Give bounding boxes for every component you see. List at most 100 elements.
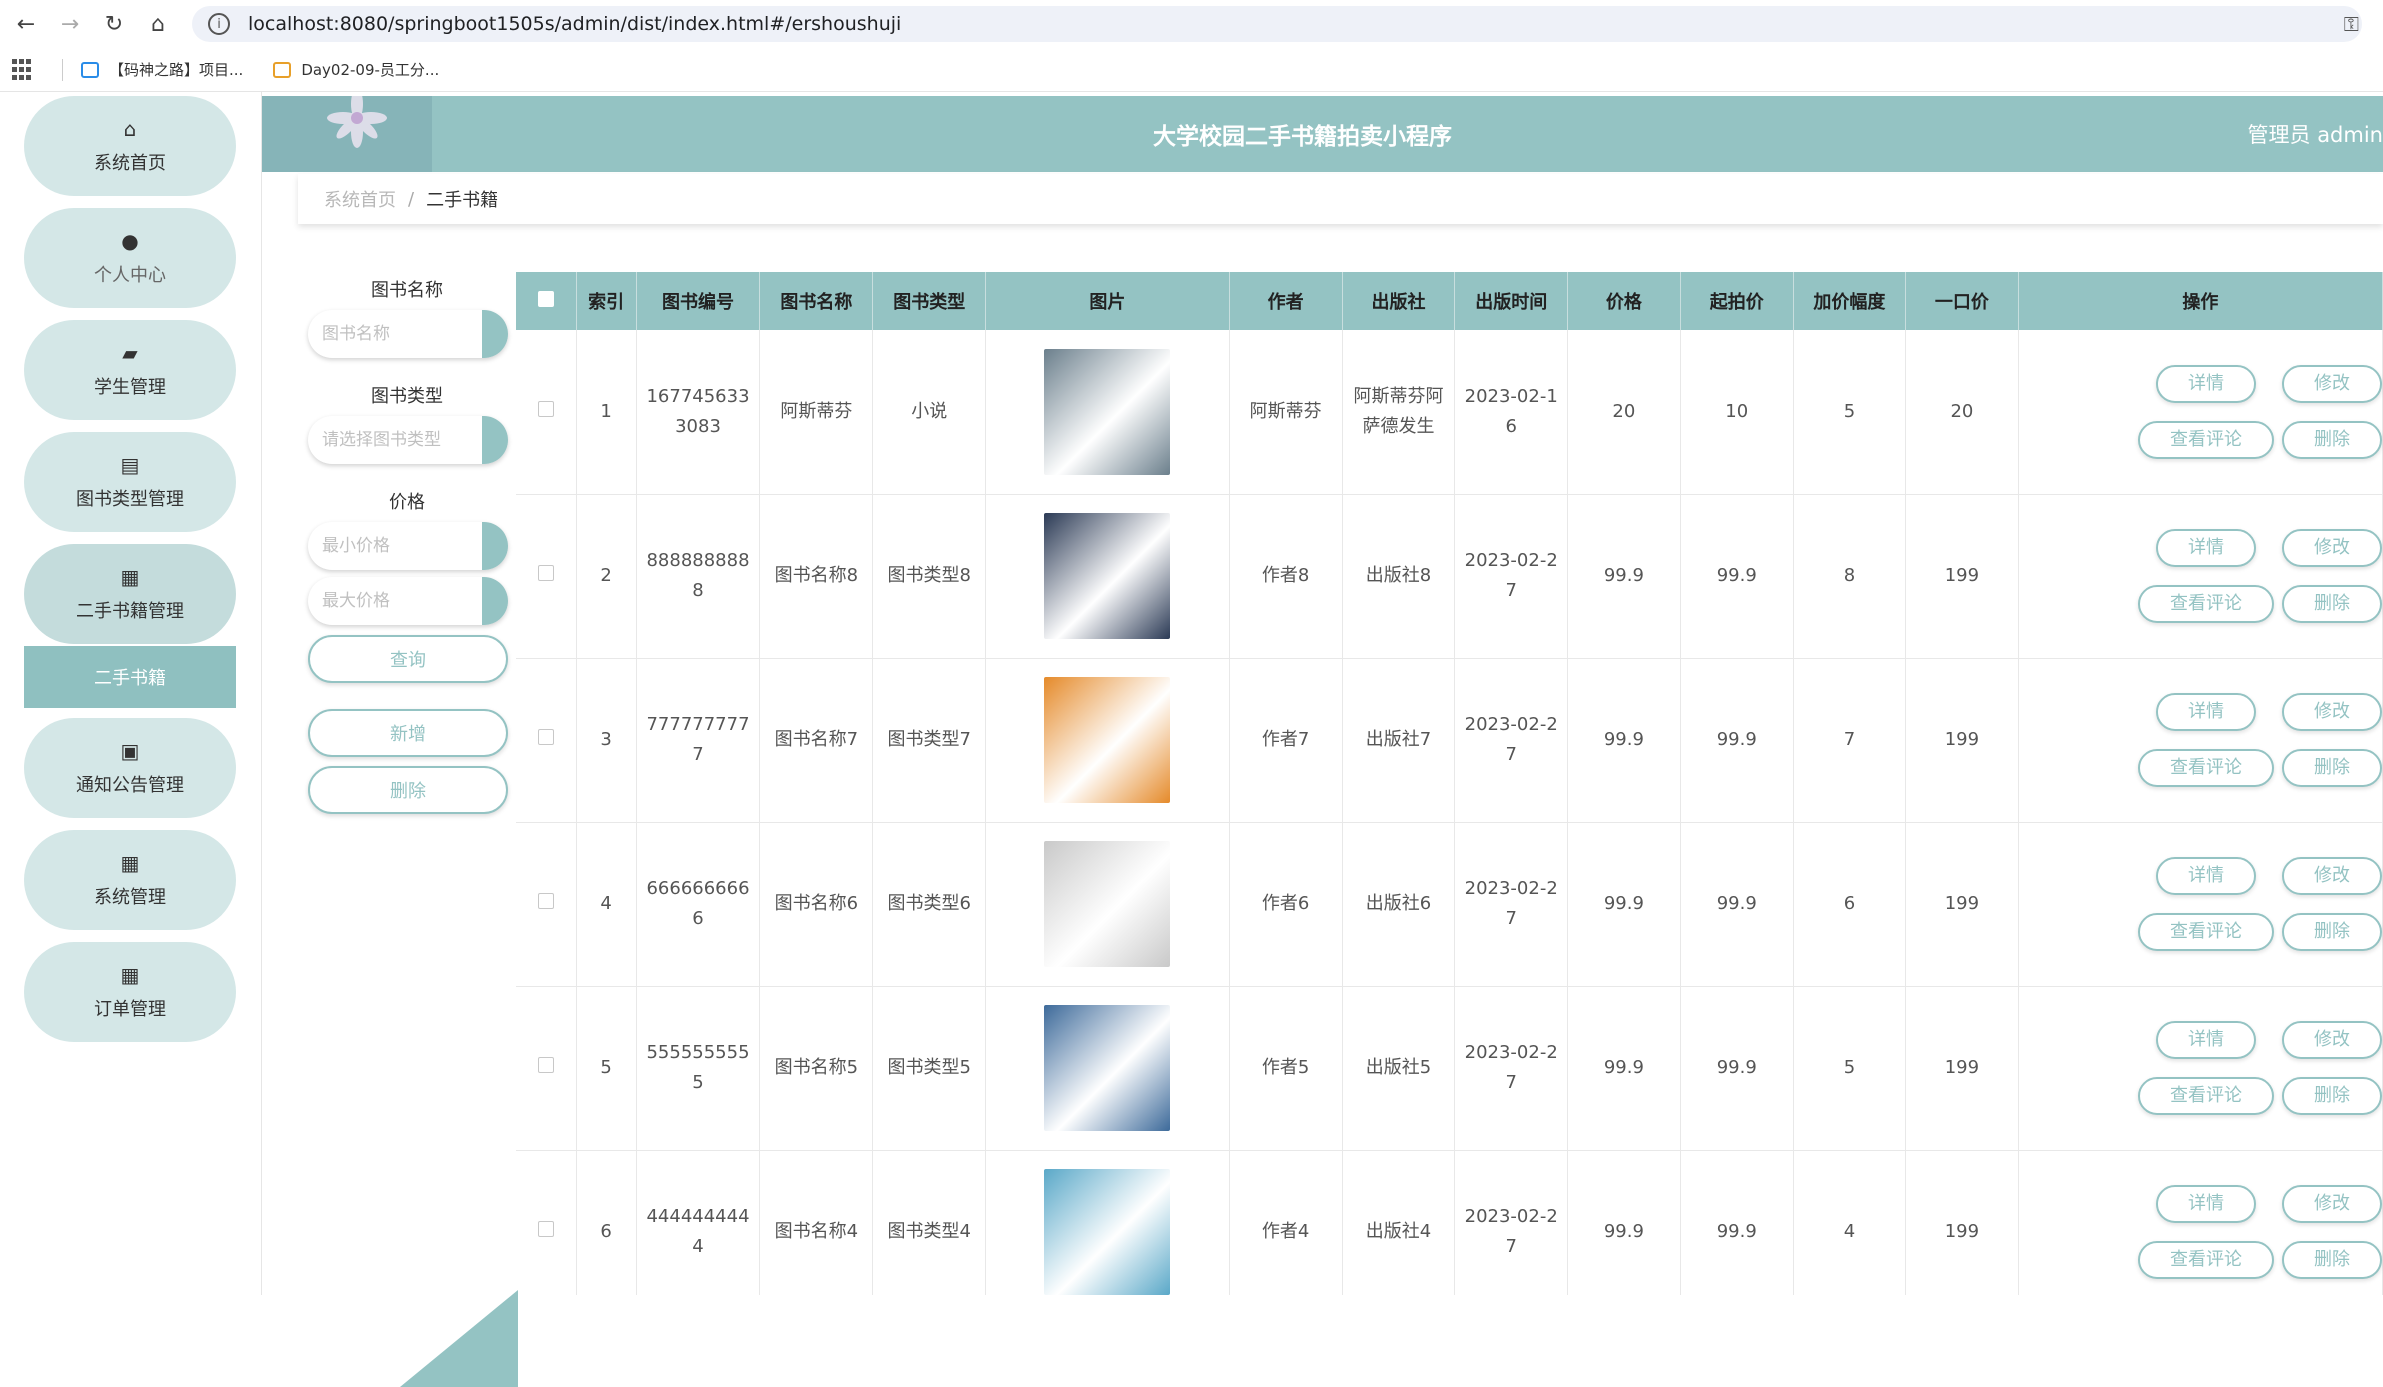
sidebar-item-students[interactable]: ▰ 学生管理 [24, 320, 236, 420]
view-comments-button[interactable]: 查看评论 [2138, 1077, 2274, 1115]
sidebar-subitem-books[interactable]: 二手书籍 [24, 646, 236, 708]
delete-button[interactable]: 删除 [2282, 913, 2382, 951]
book-name-input[interactable]: 图书名称 [308, 310, 508, 358]
bookmark-item-2[interactable]: Day02-09-员工分... [273, 59, 439, 80]
cell-name: 阿斯蒂芬 [759, 330, 874, 495]
view-comments-button[interactable]: 查看评论 [2138, 1241, 2274, 1279]
delete-button[interactable]: 删除 [2282, 585, 2382, 623]
edit-button[interactable]: 修改 [2282, 364, 2382, 403]
key-icon[interactable]: ⚿ [2344, 12, 2359, 36]
cell-buyout: 199 [1905, 986, 2019, 1151]
view-comments-button[interactable]: 查看评论 [2138, 913, 2274, 951]
delete-button[interactable]: 删除 [2282, 749, 2382, 787]
detail-button[interactable]: 详情 [2156, 693, 2256, 731]
cell-start-price: 99.9 [1680, 658, 1794, 823]
detail-button[interactable]: 详情 [2156, 857, 2256, 895]
view-comments-button[interactable]: 查看评论 [2138, 749, 2274, 787]
cell-publisher: 出版社4 [1342, 1150, 1456, 1295]
home-nav-icon[interactable]: ⌂ [144, 10, 172, 38]
sidebar-item-books[interactable]: ▦ 二手书籍管理 [24, 544, 236, 644]
detail-button[interactable]: 详情 [2156, 529, 2256, 567]
sidebar-item-home[interactable]: ⌂ 系统首页 [24, 96, 236, 196]
sidebar-item-system[interactable]: ▦ 系统管理 [24, 830, 236, 930]
sidebar-item-orders[interactable]: ▦ 订单管理 [24, 942, 236, 1042]
table-row[interactable]: 1 1677456333083 阿斯蒂芬 小说 阿斯蒂芬 阿斯蒂芬阿萨德发生 2… [516, 330, 2383, 495]
book-cover-image[interactable] [1044, 513, 1171, 639]
cell-start-price: 99.9 [1680, 986, 1794, 1151]
row-checkbox-cell[interactable] [516, 494, 577, 659]
row-checkbox[interactable] [537, 1057, 554, 1073]
row-checkbox-cell[interactable] [516, 658, 577, 823]
row-checkbox-cell[interactable] [516, 1150, 577, 1295]
table-row[interactable]: 5 5555555555 图书名称5 图书类型5 作者5 出版社5 2023-0… [516, 986, 2383, 1151]
detail-button[interactable]: 详情 [2156, 1021, 2256, 1059]
back-icon[interactable]: ← [12, 10, 40, 38]
select-all-checkbox[interactable] [537, 290, 554, 307]
sidebar: ⌂ 系统首页 ● 个人中心 ▰ 学生管理 ▤ 图书类型管理 ▦ 二手书籍管理 二… [0, 92, 262, 1295]
edit-button[interactable]: 修改 [2282, 1185, 2382, 1223]
batch-delete-button[interactable]: 删除 [308, 766, 508, 814]
cell-code: 7777777777 [636, 658, 761, 823]
view-comments-button[interactable]: 查看评论 [2138, 420, 2274, 459]
edit-button[interactable]: 修改 [2282, 529, 2382, 567]
forward-icon[interactable]: → [56, 10, 84, 38]
row-checkbox-cell[interactable] [516, 986, 577, 1151]
books-table-container[interactable]: 索引 图书编号 图书名称 图书类型 图片 作者 出版社 出版时间 价格 起拍价 … [516, 272, 2383, 1295]
view-comments-button[interactable]: 查看评论 [2138, 585, 2274, 623]
row-actions: 详情 修改 查看评论 删除 [2019, 693, 2382, 787]
delete-button[interactable]: 删除 [2282, 1077, 2382, 1115]
delete-button[interactable]: 删除 [2282, 1241, 2382, 1279]
table-row[interactable]: 3 7777777777 图书名称7 图书类型7 作者7 出版社7 2023-0… [516, 658, 2383, 823]
cell-date: 2023-02-27 [1454, 822, 1568, 987]
book-cover-image[interactable] [1044, 1005, 1171, 1131]
add-button[interactable]: 新增 [308, 709, 508, 757]
apps-grid-icon[interactable] [12, 58, 34, 81]
address-bar[interactable]: i localhost:8080/springboot1505s/admin/d… [192, 6, 2362, 42]
edit-button[interactable]: 修改 [2282, 693, 2382, 731]
bookmark-item-1[interactable]: 【码神之路】项目... [81, 59, 243, 80]
row-checkbox[interactable] [537, 1221, 554, 1237]
sidebar-item-notices[interactable]: ▣ 通知公告管理 [24, 718, 236, 818]
cell-price: 99.9 [1567, 494, 1681, 659]
row-checkbox[interactable] [537, 729, 554, 745]
table-row[interactable]: 6 4444444444 图书名称4 图书类型4 作者4 出版社4 2023-0… [516, 1150, 2383, 1295]
select-all-checkbox-cell[interactable] [516, 272, 577, 330]
row-checkbox[interactable] [537, 565, 554, 581]
breadcrumb-home[interactable]: 系统首页 [324, 186, 396, 212]
cell-type: 图书类型7 [872, 658, 987, 823]
table-row[interactable]: 2 8888888888 图书名称8 图书类型8 作者8 出版社8 2023-0… [516, 494, 2383, 659]
book-cover-image[interactable] [1044, 348, 1171, 475]
book-cover-image[interactable] [1044, 841, 1171, 967]
cell-index: 2 [576, 494, 637, 659]
row-checkbox[interactable] [537, 400, 554, 417]
sidebar-item-profile[interactable]: ● 个人中心 [24, 208, 236, 308]
book-cover-image[interactable] [1044, 1169, 1171, 1295]
min-price-input[interactable]: 最小价格 [308, 522, 508, 570]
edit-button[interactable]: 修改 [2282, 1021, 2382, 1059]
cell-author: 作者8 [1229, 494, 1343, 659]
row-checkbox[interactable] [537, 893, 554, 909]
cell-publisher: 出版社6 [1342, 822, 1456, 987]
reload-icon[interactable]: ↻ [100, 10, 128, 38]
cell-actions: 详情 修改 查看评论 删除 [2018, 822, 2383, 987]
book-type-select[interactable]: 请选择图书类型 [308, 416, 508, 464]
row-checkbox-cell[interactable] [516, 822, 577, 987]
cell-step: 7 [1793, 658, 1907, 823]
query-button[interactable]: 查询 [308, 635, 508, 683]
site-info-icon[interactable]: i [208, 13, 230, 35]
delete-button[interactable]: 删除 [2282, 420, 2382, 459]
table-row[interactable]: 4 6666666666 图书名称6 图书类型6 作者6 出版社6 2023-0… [516, 822, 2383, 987]
row-checkbox-cell[interactable] [516, 330, 577, 495]
detail-button[interactable]: 详情 [2156, 1185, 2256, 1223]
book-cover-image[interactable] [1044, 677, 1171, 803]
edit-button[interactable]: 修改 [2282, 857, 2382, 895]
sidebar-item-book-types[interactable]: ▤ 图书类型管理 [24, 432, 236, 532]
cell-price: 99.9 [1567, 822, 1681, 987]
column-header: 索引 [576, 272, 637, 330]
cell-code: 5555555555 [636, 986, 761, 1151]
max-price-input[interactable]: 最大价格 [308, 577, 508, 625]
admin-user-label[interactable]: 管理员 admin [2248, 96, 2383, 172]
cell-image [985, 494, 1230, 659]
detail-button[interactable]: 详情 [2156, 364, 2256, 403]
cell-price: 99.9 [1567, 658, 1681, 823]
